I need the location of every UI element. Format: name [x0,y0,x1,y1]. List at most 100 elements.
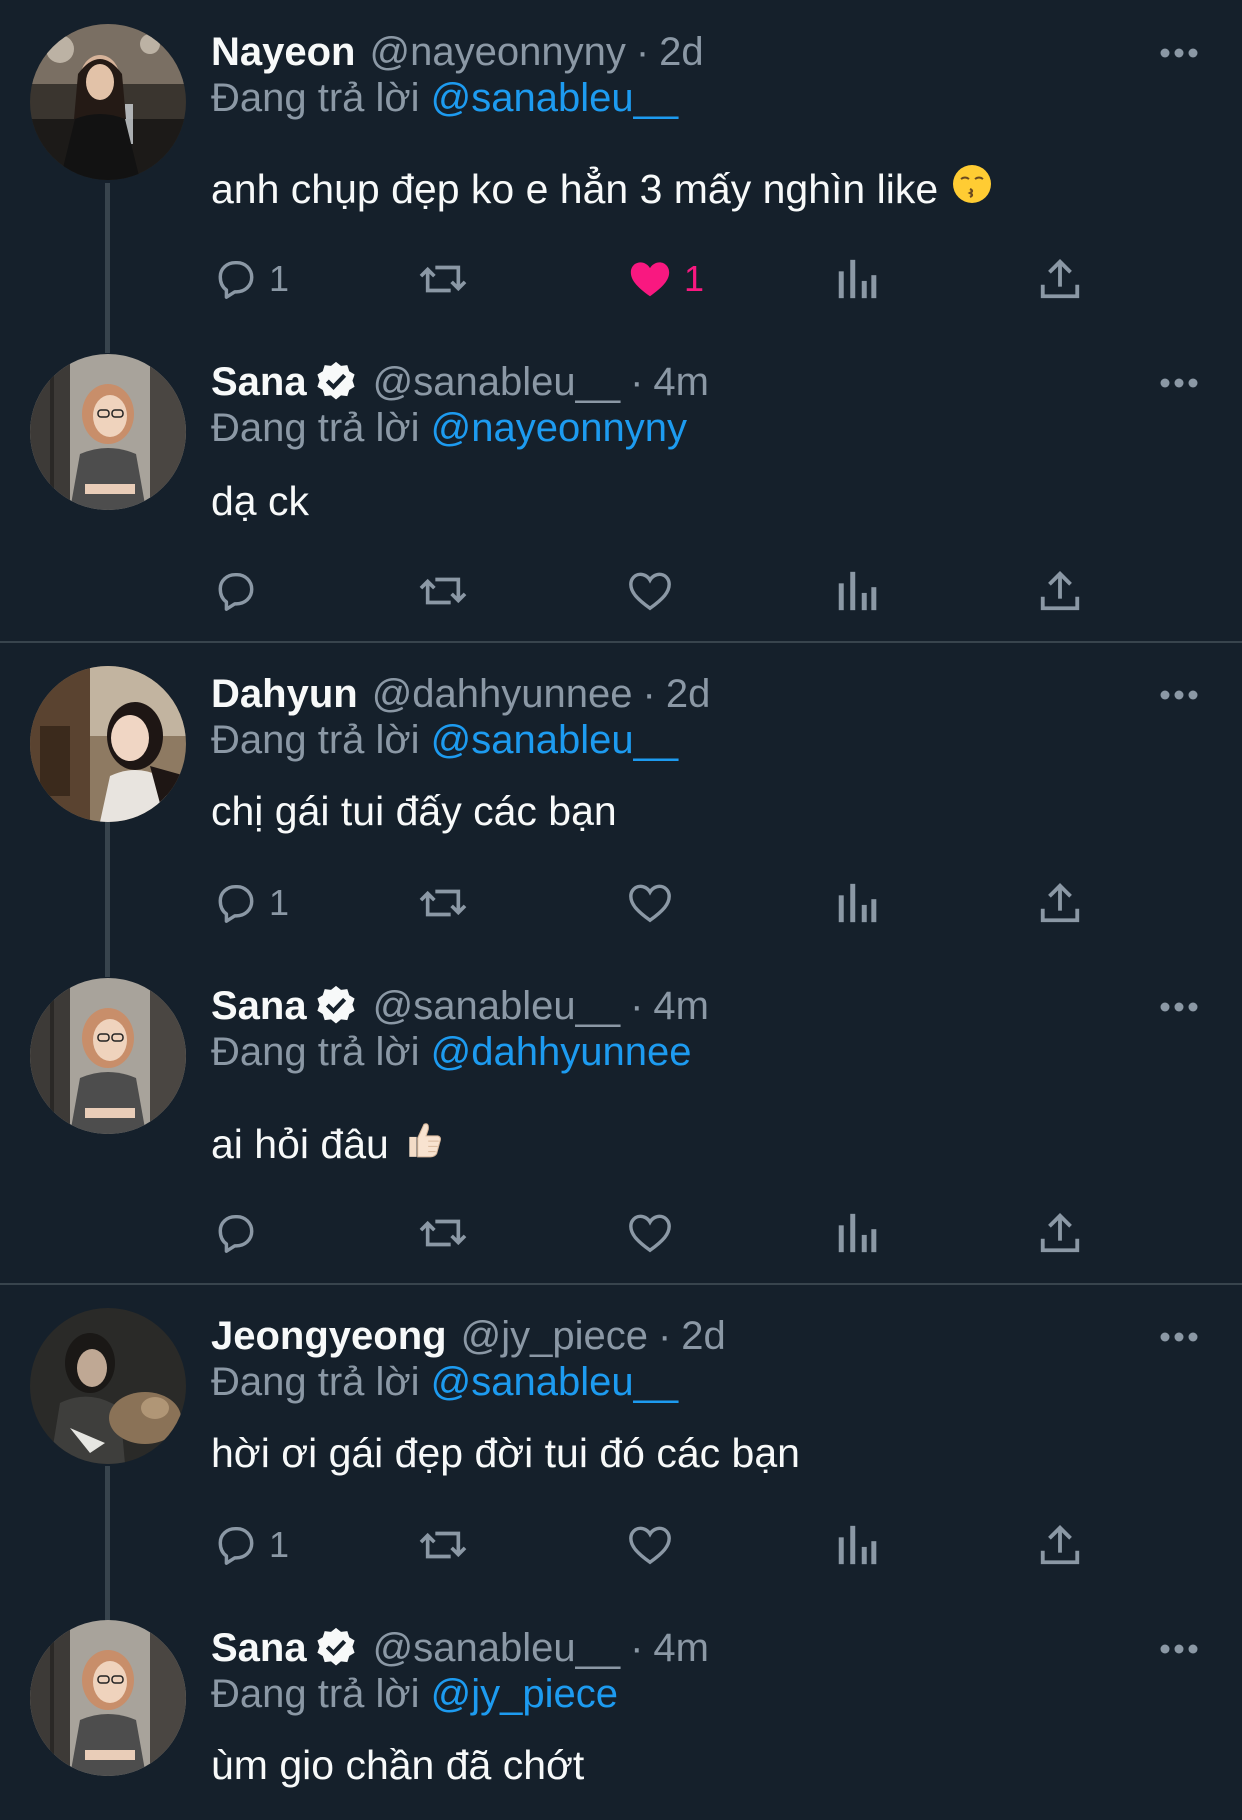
tweet-text-body: chị gái tui đấy các bạn [211,788,617,834]
avatar[interactable] [30,24,186,180]
replying-to: Đang trả lời @nayeonnyny [211,406,687,451]
display-name[interactable]: Dahyun [211,672,358,717]
tweet-header: Sana @sanableu__ · 4m [211,1620,709,1676]
avatar[interactable] [30,978,186,1134]
retweet-icon [419,265,467,293]
replying-to: Đang trả lời @sanableu__ [211,76,678,121]
timestamp[interactable]: 4m [653,1626,709,1671]
conversation-divider [0,1283,1242,1285]
mention-link[interactable]: @jy_piece [431,1672,618,1716]
user-handle[interactable]: @dahhyunnee [372,672,633,717]
share-button[interactable] [1038,873,1082,933]
more-dots-icon[interactable] [1160,1642,1198,1654]
views-button[interactable] [834,1515,878,1575]
avatar[interactable] [30,354,186,510]
heart-icon [630,262,670,297]
display-name[interactable]: Nayeon [211,30,356,75]
avatar[interactable] [30,1308,186,1464]
like-button[interactable] [626,561,674,621]
retweet-button[interactable] [417,1515,469,1575]
share-upload-icon [1040,883,1080,923]
retweet-button[interactable] [417,1203,469,1263]
more-dots-icon[interactable] [1160,688,1198,700]
views-button[interactable] [834,249,878,309]
views-chart-icon [838,1213,877,1253]
reply-button[interactable] [213,561,259,621]
share-upload-icon [1040,1525,1080,1565]
more-dots-icon[interactable] [1160,1000,1198,1012]
views-chart-icon [838,571,877,611]
verified-badge-icon [313,983,359,1029]
heart-icon [629,1214,671,1253]
share-button[interactable] [1038,249,1082,309]
retweet-button[interactable] [417,873,469,933]
verified-badge-icon [313,1625,359,1671]
reply-count: 1 [269,258,290,299]
heart-icon [629,1526,671,1565]
views-button[interactable] [834,561,878,621]
avatar[interactable] [30,666,186,822]
reply-button[interactable] [213,1203,259,1263]
timestamp[interactable]: 2d [681,1314,726,1359]
user-handle[interactable]: @nayeonnyny [370,30,626,75]
separator-dot: · [630,1625,644,1670]
tweet-text: anh chụp đẹp ko e hẳn 3 mấy nghìn like [211,164,992,214]
like-button[interactable]: 1 [626,249,704,309]
user-handle[interactable]: @jy_piece [461,1314,648,1359]
thumbs-up-emoji [403,1118,445,1170]
reply-bubble-icon [218,260,254,299]
display-name[interactable]: Sana [211,984,307,1029]
like-button[interactable] [626,873,674,933]
more-dots-icon[interactable] [1160,1330,1198,1342]
share-button[interactable] [1038,561,1082,621]
replying-to: Đang trả lời @dahhyunnee [211,1030,692,1075]
more-dots-icon[interactable] [1160,46,1198,58]
display-name[interactable]: Sana [211,360,307,405]
tweet-actions [0,1203,1242,1263]
like-button[interactable] [626,1203,674,1263]
tweet-header: Sana @sanableu__ · 4m [211,978,709,1034]
tweet-text: hời ơi gái đẹp đời tui đó các bạn [211,1430,800,1477]
reply-bubble-icon [218,1526,254,1565]
mention-link[interactable]: @nayeonnyny [431,406,687,450]
more-dots-icon[interactable] [1160,376,1198,388]
conversation-divider [0,641,1242,643]
timestamp[interactable]: 4m [653,984,709,1029]
reply-button[interactable]: 1 [213,1515,289,1575]
retweet-button[interactable] [417,561,469,621]
mention-link[interactable]: @sanableu__ [431,76,678,120]
tweet-text-body: dạ ck [211,478,309,524]
mention-link[interactable]: @sanableu__ [431,718,678,762]
reply-button[interactable]: 1 [213,873,289,933]
avatar[interactable] [30,1620,186,1776]
user-handle[interactable]: @sanableu__ [373,984,620,1029]
user-handle[interactable]: @sanableu__ [373,1626,620,1671]
share-button[interactable] [1038,1203,1082,1263]
reply-button[interactable]: 1 [213,249,289,309]
timestamp[interactable]: 2d [666,672,711,717]
user-handle[interactable]: @sanableu__ [373,360,620,405]
share-upload-icon [1040,571,1080,611]
like-count: 1 [684,258,705,299]
timestamp[interactable]: 2d [659,30,704,75]
replying-to-label: Đang trả lời [211,1030,420,1074]
display-name[interactable]: Jeongyeong [211,1314,447,1359]
replying-to-label: Đang trả lời [211,76,420,120]
retweet-button[interactable] [417,249,469,309]
separator-dot: · [630,983,644,1028]
display-name[interactable]: Sana [211,1626,307,1671]
views-button[interactable] [834,873,878,933]
tweet-header: Nayeon @nayeonnyny · 2d [211,24,704,80]
like-button[interactable] [626,1515,674,1575]
mention-link[interactable]: @dahhyunnee [431,1030,692,1074]
mention-link[interactable]: @sanableu__ [431,1360,678,1404]
tweet-text: dạ ck [211,478,309,525]
timestamp[interactable]: 4m [653,360,709,405]
replying-to-label: Đang trả lời [211,1672,420,1716]
views-chart-icon [838,883,877,923]
views-button[interactable] [834,1203,878,1263]
reply-bubble-icon [218,572,254,611]
share-button[interactable] [1038,1515,1082,1575]
views-chart-icon [838,259,877,299]
heart-icon [629,884,671,923]
